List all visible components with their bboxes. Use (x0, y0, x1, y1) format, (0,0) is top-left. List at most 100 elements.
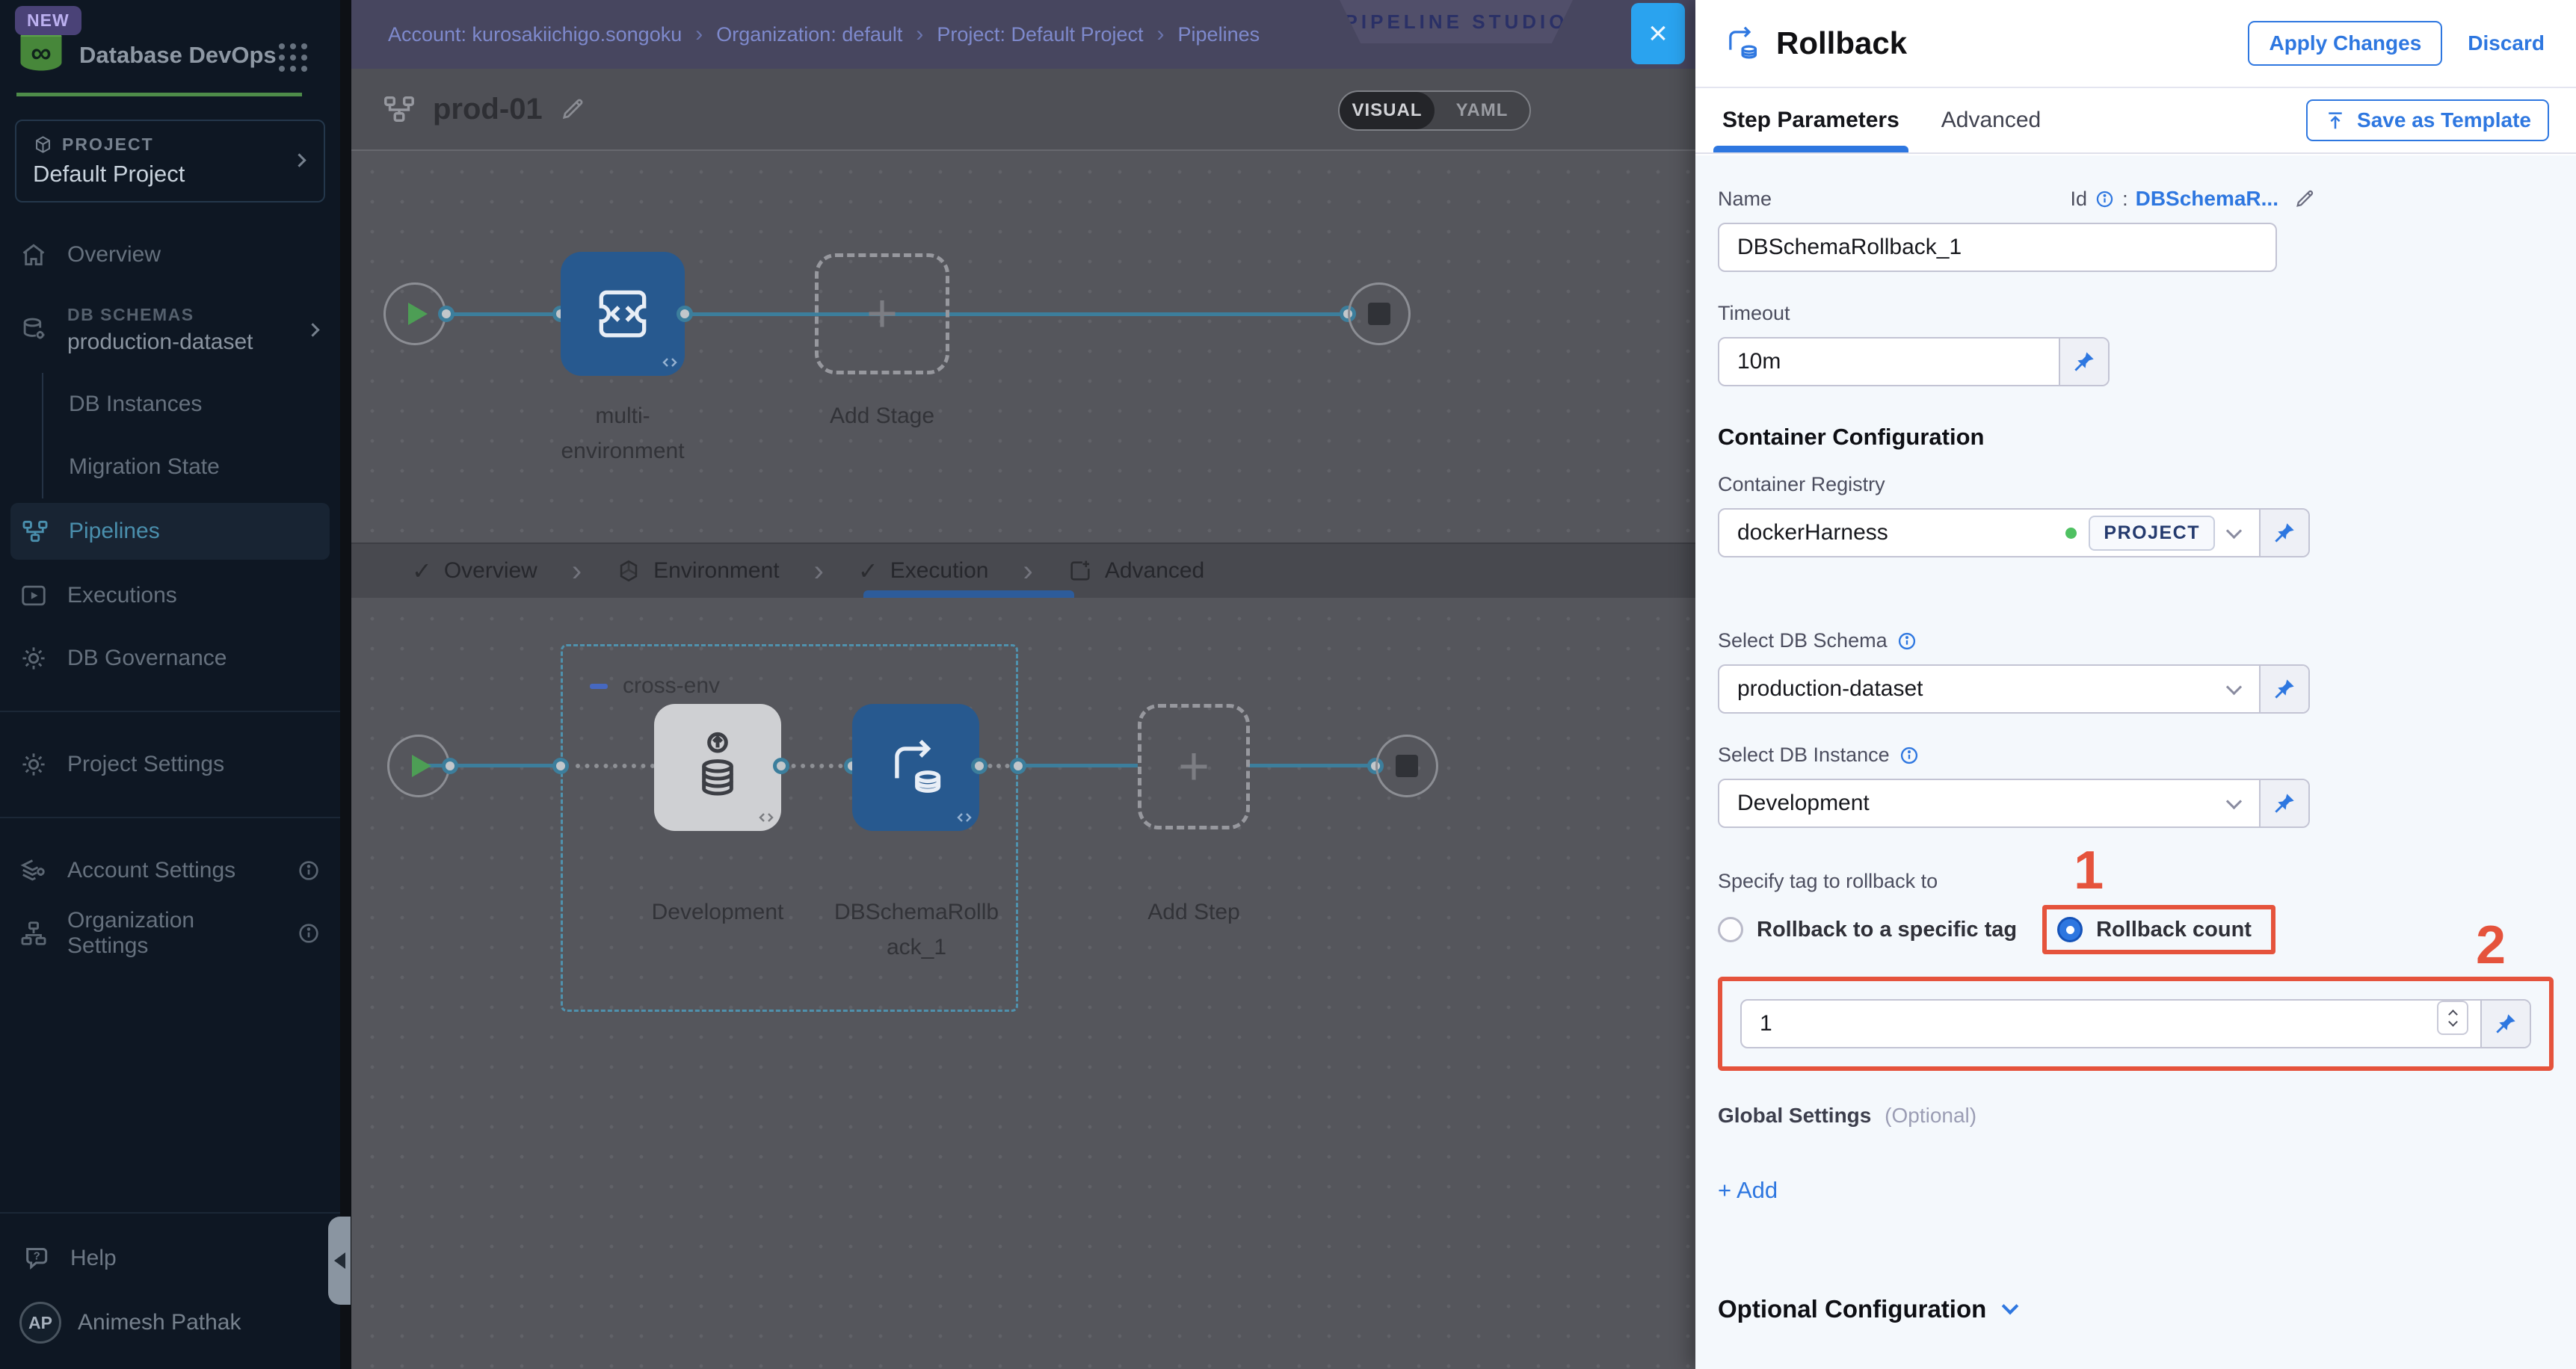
db-schema-input-type-selector[interactable] (2259, 666, 2308, 712)
sidebar-item-db-governance[interactable]: DB Governance (0, 627, 340, 690)
global-settings-label: Global Settings (1718, 1104, 1871, 1127)
avatar: AP (19, 1302, 61, 1344)
stop-icon (1396, 755, 1418, 777)
connector-port (552, 758, 569, 774)
breadcrumb-organization[interactable]: Organization: default (716, 23, 902, 46)
execution-graph-canvas: cross-env (351, 598, 1695, 1369)
help-button[interactable]: ? Help (0, 1230, 340, 1287)
save-as-template-button[interactable]: Save as Template (2306, 99, 2549, 141)
app-title: Database DevOps (79, 42, 277, 69)
timeout-input-type-selector[interactable] (2059, 339, 2108, 385)
step-parameters-form: Name Id : DBSchemaR... Timeout (1695, 155, 2576, 1369)
sidebar-item-pipelines[interactable]: Pipelines (10, 503, 330, 560)
sidebar-item-label: Account Settings (67, 858, 235, 883)
close-studio-button[interactable]: × (1631, 3, 1685, 64)
step-label-rollback[interactable]: DBSchemaRollback_1 (830, 895, 1003, 965)
optional-configuration-label: Optional Configuration (1718, 1295, 1986, 1323)
sidebar-item-db-instances[interactable]: DB Instances (43, 373, 340, 436)
sidebar-item-account-settings[interactable]: Account Settings (0, 839, 340, 902)
collapse-group-icon[interactable] (590, 684, 608, 689)
edit-id-icon[interactable] (2293, 188, 2316, 210)
sidebar-item-project-settings[interactable]: Project Settings (0, 733, 340, 796)
rollback-count-input[interactable] (1742, 1001, 2437, 1047)
db-schema-value[interactable]: production-dataset (1719, 666, 2228, 712)
breadcrumb-separator-icon: › (1157, 22, 1165, 47)
module-grid-icon[interactable] (279, 43, 307, 72)
add-stage-label[interactable]: Add Stage (807, 399, 957, 434)
timeout-input[interactable] (1719, 339, 2059, 385)
tab-advanced[interactable]: Advanced (1941, 88, 2041, 152)
plus-icon: + (866, 283, 898, 344)
step-node-dbschemarollback[interactable] (852, 704, 979, 831)
registry-scope-badge: PROJECT (2089, 516, 2215, 551)
cube-icon (33, 135, 53, 155)
tab-environment[interactable]: Environment (616, 558, 779, 584)
info-icon[interactable] (297, 859, 321, 883)
sidebar-item-executions[interactable]: Executions (0, 564, 340, 627)
sidebar-item-migration-state[interactable]: Migration State (43, 436, 340, 498)
edit-pipeline-icon[interactable] (559, 96, 586, 123)
connector-status-dot (2065, 528, 2077, 539)
pipeline-start-node (383, 282, 446, 345)
chevron-down-icon (2002, 1298, 2019, 1315)
name-input[interactable] (1719, 224, 2275, 271)
add-stage-node[interactable]: + (815, 253, 949, 374)
toggle-yaml[interactable]: YAML (1435, 92, 1529, 129)
container-registry-field: PROJECT (1718, 508, 2310, 557)
tab-advanced[interactable]: Advanced (1067, 558, 1204, 584)
registry-dropdown-chevron-icon[interactable] (2228, 510, 2259, 556)
step-label-development[interactable]: Development (643, 895, 792, 930)
tab-step-parameters[interactable]: Step Parameters (1722, 88, 1899, 152)
pipeline-icon (382, 92, 416, 126)
global-settings-row: Global Settings (Optional) (1718, 1104, 2554, 1128)
radio-rollback-count[interactable]: Rollback count (2057, 917, 2252, 942)
tab-overview[interactable]: ✓ Overview (412, 557, 537, 585)
container-configuration-heading: Container Configuration (1718, 424, 2554, 451)
container-registry-input[interactable] (1719, 510, 2065, 556)
tab-label: Environment (653, 558, 779, 584)
count-input-type-selector[interactable] (2480, 1001, 2530, 1047)
apply-changes-button[interactable]: Apply Changes (2248, 21, 2442, 66)
stage-node-multi-environment[interactable] (561, 252, 685, 376)
add-step-label[interactable]: Add Step (1119, 895, 1269, 930)
pipeline-studio-badge: PIPELINE STUDIO (1340, 0, 1573, 43)
optional-configuration-toggle[interactable]: Optional Configuration (1718, 1295, 2554, 1323)
breadcrumb-project[interactable]: Project: Default Project (937, 23, 1143, 46)
sidebar-item-db-schemas[interactable]: DB SCHEMAS production-dataset (0, 286, 340, 373)
tab-execution[interactable]: ✓ Execution (858, 557, 989, 585)
info-icon[interactable] (297, 921, 321, 945)
pipelines-icon (21, 517, 49, 546)
breadcrumb-account[interactable]: Account: kurosakiichigo.songoku (388, 23, 682, 46)
play-icon (408, 303, 428, 325)
db-schema-chevron-icon[interactable] (2228, 666, 2259, 712)
info-icon[interactable] (1899, 745, 1920, 766)
radio-rollback-specific-tag[interactable]: Rollback to a specific tag (1718, 917, 2017, 942)
registry-input-type-selector[interactable] (2259, 510, 2308, 556)
db-instance-input-type-selector[interactable] (2259, 780, 2308, 826)
sidebar-collapse-handle[interactable] (328, 1217, 351, 1305)
breadcrumb-separator-icon: › (916, 22, 923, 47)
toggle-visual[interactable]: VISUAL (1340, 92, 1435, 129)
panel-title: Rollback (1776, 25, 1907, 61)
count-stepper[interactable] (2437, 1001, 2468, 1035)
db-instance-value[interactable]: Development (1719, 780, 2228, 826)
project-selector[interactable]: PROJECT Default Project (15, 120, 325, 203)
annotation-box-2: 2 (1718, 977, 2554, 1071)
sidebar-item-organization-settings[interactable]: Organization Settings (0, 902, 340, 965)
stepper-down-icon[interactable] (2448, 1017, 2458, 1027)
db-schema-label-row: Select DB Schema (1718, 629, 2554, 652)
add-global-setting-link[interactable]: + Add (1718, 1177, 1778, 1204)
sidebar-item-overview[interactable]: Overview (0, 223, 340, 286)
info-icon[interactable] (2095, 189, 2115, 209)
step-config-panel: Rollback Apply Changes Discard Step Para… (1695, 0, 2576, 1369)
radio-unselected-icon[interactable] (1718, 917, 1743, 942)
db-instance-chevron-icon[interactable] (2228, 780, 2259, 826)
discard-button[interactable]: Discard (2468, 31, 2545, 55)
radio-selected-icon[interactable] (2057, 917, 2083, 942)
step-node-development[interactable] (654, 704, 781, 831)
info-icon[interactable] (1896, 631, 1917, 652)
breadcrumb-pipelines[interactable]: Pipelines (1178, 23, 1260, 46)
stage-node-label[interactable]: multi-environment (537, 399, 709, 469)
user-menu[interactable]: AP Animesh Pathak (0, 1287, 340, 1350)
add-step-node[interactable]: + (1138, 704, 1250, 829)
